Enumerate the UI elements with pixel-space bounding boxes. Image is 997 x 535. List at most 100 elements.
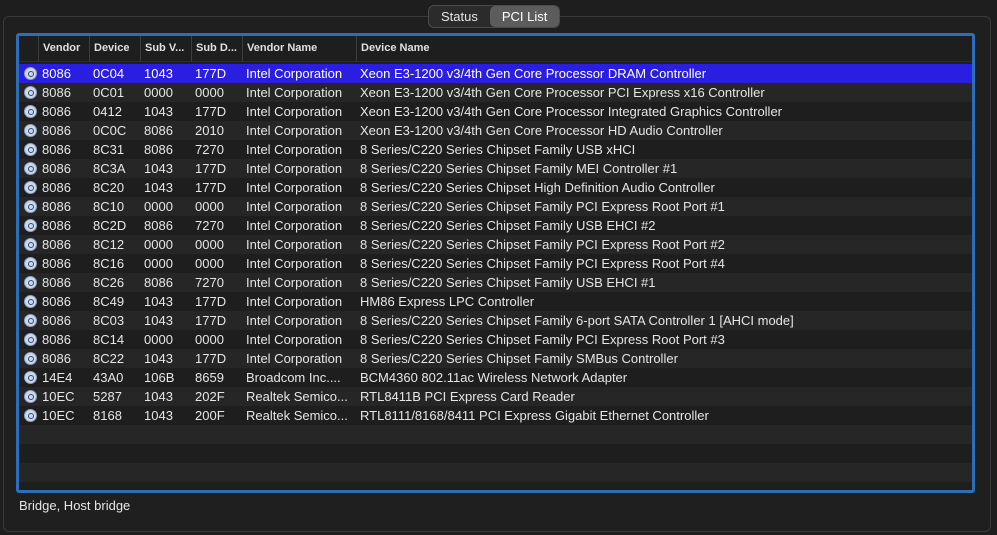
cell-subd: 2010: [195, 123, 224, 138]
cell-vname: Intel Corporation: [246, 199, 343, 214]
table-row[interactable]: 8086 8C12 0000 0000 Intel Corporation 8 Serie…: [19, 235, 972, 254]
cell-vname: Intel Corporation: [246, 256, 343, 271]
cell-dname: 8 Series/C220 Series Chipset Family PCI …: [360, 237, 725, 252]
table-row[interactable]: 8086 8C49 1043 177D Intel Corporation HM86 Ex…: [19, 292, 972, 311]
cell-dname: 8 Series/C220 Series Chipset Family PCI …: [360, 332, 725, 347]
selected-device-class: Bridge, Host bridge: [19, 498, 131, 513]
cell-vname: Broadcom Inc....: [246, 370, 341, 385]
table-row[interactable]: 8086 8C22 1043 177D Intel Corporation 8 Serie…: [19, 349, 972, 368]
cell-device: 8C22: [93, 351, 125, 366]
cell-subv: 8086: [144, 142, 173, 157]
cell-subv: 0000: [144, 256, 173, 271]
cell-subv: 1043: [144, 389, 173, 404]
pci-device-icon: [24, 162, 37, 175]
table-row[interactable]: 8086 8C3A 1043 177D Intel Corporation 8 Serie…: [19, 159, 972, 178]
column-header-subvendor[interactable]: Sub V...: [140, 36, 191, 61]
cell-device: 8C14: [93, 332, 125, 347]
cell-vname: Realtek Semico...: [246, 408, 348, 423]
empty-row: [19, 425, 972, 444]
cell-vendor: 8086: [42, 237, 71, 252]
table-row[interactable]: 8086 8C03 1043 177D Intel Corporation 8 Serie…: [19, 311, 972, 330]
cell-device: 8C3A: [93, 161, 126, 176]
table-row[interactable]: 8086 0C01 0000 0000 Intel Corporation Xeon E3…: [19, 83, 972, 102]
table-row[interactable]: 8086 8C16 0000 0000 Intel Corporation 8 Serie…: [19, 254, 972, 273]
table-row[interactable]: 8086 0412 1043 177D Intel Corporation Xeon E3…: [19, 102, 972, 121]
cell-vname: Intel Corporation: [246, 294, 343, 309]
pci-device-icon: [24, 86, 37, 99]
cell-dname: HM86 Express LPC Controller: [360, 294, 535, 309]
cell-dname: 8 Series/C220 Series Chipset High Defini…: [360, 180, 715, 195]
cell-subd: 7270: [195, 218, 224, 233]
pci-device-icon: [24, 333, 37, 346]
cell-subv: 1043: [144, 161, 173, 176]
cell-vname: Intel Corporation: [246, 123, 343, 138]
table-row[interactable]: 8086 0C0C 8086 2010 Intel Corporation Xeon E3…: [19, 121, 972, 140]
table-row[interactable]: 8086 8C2D 8086 7270 Intel Corporation 8 Serie…: [19, 216, 972, 235]
column-header-subdevice[interactable]: Sub D...: [191, 36, 242, 61]
cell-device: 0412: [93, 104, 122, 119]
cell-dname: Xeon E3-1200 v3/4th Gen Core Processor H…: [360, 123, 723, 138]
cell-device: 43A0: [93, 370, 124, 385]
tab-pci-list[interactable]: PCI List: [489, 6, 560, 27]
cell-subd: 7270: [195, 275, 224, 290]
table-row[interactable]: 8086 8C31 8086 7270 Intel Corporation 8 Serie…: [19, 140, 972, 159]
cell-vname: Intel Corporation: [246, 275, 343, 290]
table-row[interactable]: 8086 0C04 1043 177D Intel Corporation Xeon E3…: [19, 64, 972, 83]
cell-vname: Intel Corporation: [246, 332, 343, 347]
tab-switcher: Status PCI List: [428, 5, 561, 28]
cell-dname: RTL8411B PCI Express Card Reader: [360, 389, 575, 404]
cell-vname: Realtek Semico...: [246, 389, 348, 404]
cell-vendor: 8086: [42, 199, 71, 214]
table-row[interactable]: 8086 8C26 8086 7270 Intel Corporation 8 Serie…: [19, 273, 972, 292]
pci-device-icon: [24, 314, 37, 327]
cell-vname: Intel Corporation: [246, 66, 343, 81]
cell-vname: Intel Corporation: [246, 218, 343, 233]
table-header: Vendor Device Sub V... Sub D... Vendor N…: [19, 36, 972, 62]
pci-device-icon: [24, 276, 37, 289]
cell-vendor: 8086: [42, 66, 71, 81]
cell-dname: 8 Series/C220 Series Chipset Family PCI …: [360, 256, 725, 271]
table-row[interactable]: 10EC 5287 1043 202F Realtek Semico... RTL8411…: [19, 387, 972, 406]
cell-subd: 202F: [195, 389, 225, 404]
table-row[interactable]: 10EC 8168 1043 200F Realtek Semico... RTL8111…: [19, 406, 972, 425]
cell-subv: 1043: [144, 408, 173, 423]
cell-vname: Intel Corporation: [246, 237, 343, 252]
cell-subd: 177D: [195, 313, 227, 328]
cell-subv: 1043: [144, 313, 173, 328]
cell-vname: Intel Corporation: [246, 85, 343, 100]
cell-subd: 177D: [195, 161, 227, 176]
pci-device-icon: [24, 371, 37, 384]
cell-subv: 1043: [144, 180, 173, 195]
column-header-device-name[interactable]: Device Name: [356, 36, 969, 61]
cell-subv: 1043: [144, 104, 173, 119]
cell-dname: Xeon E3-1200 v3/4th Gen Core Processor P…: [360, 85, 765, 100]
column-header-vendor-name[interactable]: Vendor Name: [242, 36, 356, 61]
column-header-vendor[interactable]: Vendor: [38, 36, 89, 61]
table-row[interactable]: 8086 8C10 0000 0000 Intel Corporation 8 Serie…: [19, 197, 972, 216]
tab-status[interactable]: Status: [429, 6, 490, 27]
cell-subv: 8086: [144, 275, 173, 290]
cell-dname: 8 Series/C220 Series Chipset Family SMBu…: [360, 351, 678, 366]
cell-subv: 106B: [144, 370, 175, 385]
cell-device: 8C10: [93, 199, 125, 214]
cell-subv: 0000: [144, 332, 173, 347]
cell-subd: 177D: [195, 351, 227, 366]
column-header-device[interactable]: Device: [89, 36, 140, 61]
cell-dname: 8 Series/C220 Series Chipset Family USB …: [360, 275, 656, 290]
cell-vname: Intel Corporation: [246, 142, 343, 157]
column-header-icon[interactable]: [19, 36, 38, 61]
table-row[interactable]: 8086 8C14 0000 0000 Intel Corporation 8 Serie…: [19, 330, 972, 349]
cell-vendor: 8086: [42, 313, 71, 328]
cell-subd: 177D: [195, 180, 227, 195]
table-row[interactable]: 8086 8C20 1043 177D Intel Corporation 8 Serie…: [19, 178, 972, 197]
cell-vname: Intel Corporation: [246, 180, 343, 195]
cell-subd: 177D: [195, 104, 227, 119]
cell-dname: 8 Series/C220 Series Chipset Family 6-po…: [360, 313, 794, 328]
pci-device-icon: [24, 143, 37, 156]
pci-table[interactable]: Vendor Device Sub V... Sub D... Vendor N…: [16, 33, 975, 493]
cell-dname: BCM4360 802.11ac Wireless Network Adapte…: [360, 370, 628, 385]
cell-dname: Xeon E3-1200 v3/4th Gen Core Processor I…: [360, 104, 783, 119]
cell-vendor: 8086: [42, 256, 71, 271]
cell-device: 8C49: [93, 294, 125, 309]
table-row[interactable]: 14E4 43A0 106B 8659 Broadcom Inc.... BCM4360 …: [19, 368, 972, 387]
